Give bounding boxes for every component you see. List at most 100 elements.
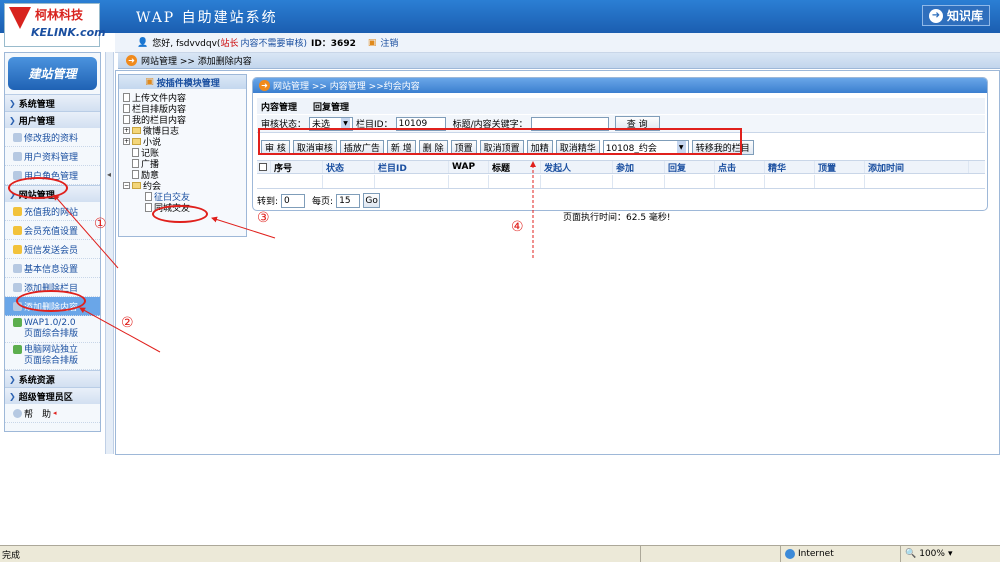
folder-icon — [132, 127, 141, 134]
folder-open-icon — [132, 182, 141, 189]
zoom-control[interactable]: 🔍 100% ▾ — [900, 546, 1000, 562]
col-header: 参加 — [613, 161, 665, 174]
section-resources[interactable]: ❯ 系统资源 — [5, 370, 100, 387]
section-system[interactable]: ❯ 系统管理 — [5, 94, 100, 111]
wap-line1: WAP1.0/2.0 — [24, 318, 76, 328]
star-icon — [13, 244, 22, 254]
audit-note: 内容不需要审核) — [240, 39, 307, 49]
annotation-1: ① — [94, 216, 107, 232]
go-button[interactable]: Go — [363, 193, 381, 208]
sidebar-item-user-data[interactable]: 用户资料管理 — [5, 147, 100, 166]
arrow-left-icon: ◂ — [53, 409, 57, 417]
logout-link[interactable]: 注销 — [380, 36, 398, 49]
logo: 柯林科技 KELINK.com — [4, 3, 106, 47]
sidebar-item-edit-profile[interactable]: 修改我的资料 — [5, 128, 100, 147]
sidebar-item-recharge-site[interactable]: 充值我的网站 — [5, 202, 100, 221]
chevron-down-icon: ❯ — [9, 391, 16, 401]
tree-node-weibo[interactable]: + 微博日志 — [123, 125, 246, 137]
panel-tabs: 内容管理 回复管理 — [257, 98, 985, 114]
sidebar-item-label: 充值我的网站 — [24, 207, 79, 218]
chevron-down-icon: ❯ — [9, 115, 16, 125]
goto-input[interactable]: 0 — [281, 193, 306, 208]
user-id: ID：3692 — [310, 39, 356, 49]
profile-icon — [13, 132, 22, 142]
col-header: 标题 — [489, 161, 541, 174]
goto-value: 0 — [284, 195, 290, 206]
tree-item-my-columns[interactable]: 我的栏目内容 — [123, 114, 246, 126]
pc-line2: 页面综合排版 — [24, 356, 79, 366]
sidebar-item-label: 电脑网站独立 页面综合排版 — [24, 345, 78, 367]
zoom-icon: 🔍 — [905, 549, 917, 559]
security-zone: Internet — [780, 546, 900, 562]
table-header: 序号 状态 栏目ID WAP 标题 发起人 参加 回复 点击 精华 顶置 添加时… — [257, 160, 985, 174]
section-user[interactable]: ❯ 用户管理 — [5, 111, 100, 128]
file-icon — [145, 192, 152, 201]
per-page-input[interactable]: 15 — [336, 193, 361, 208]
tree-node-inspire[interactable]: 励意 — [123, 169, 246, 181]
col-header: 顶置 — [815, 161, 865, 174]
col-header: 序号 — [271, 161, 323, 174]
exec-time: 页面执行时间：62.5 毫秒! — [563, 213, 671, 223]
file-icon — [132, 170, 139, 179]
annotation-oval — [152, 205, 208, 223]
pager: 转到: 0 每页: 15 Go — [257, 193, 381, 208]
globe-icon — [13, 318, 22, 327]
knowledge-base-label: 知识库 — [946, 9, 983, 23]
per-page-value: 15 — [339, 195, 351, 206]
section-super-admin[interactable]: ❯ 超级管理员区 — [5, 387, 100, 404]
expand-icon[interactable]: + — [123, 138, 130, 145]
sidebar-item-help[interactable]: 帮 助 ◂ — [5, 404, 100, 423]
sidebar-item-member-recharge[interactable]: 会员充值设置 — [5, 221, 100, 240]
greeting-text: 您好, fsdvvdqv( — [152, 39, 221, 49]
sidebar-item-label: WAP1.0/2.0 页面综合排版 — [24, 318, 78, 340]
arrow-right-icon: ➜ — [928, 8, 943, 23]
sidebar-item-label: 基本信息设置 — [24, 264, 79, 275]
col-header: 点击 — [715, 161, 765, 174]
section-super-label: 超级管理员区 — [18, 392, 73, 403]
sidebar-item-basic-info[interactable]: 基本信息设置 — [5, 259, 100, 278]
expand-icon[interactable]: + — [123, 127, 130, 134]
file-icon — [123, 115, 130, 124]
user-bar: 👤 您好, fsdvvdqv(站长 内容不需要审核) ID：3692 ▣ 注销 — [115, 33, 1000, 53]
go-label: Go — [365, 195, 378, 206]
sidebar-item-label: 用户资料管理 — [24, 152, 79, 163]
sidebar-item-pc-layout[interactable]: 电脑网站独立 页面综合排版 — [5, 343, 100, 370]
file-icon — [132, 159, 139, 168]
panel-header: ➜ 网站管理 >> 内容管理 >>约会内容 — [253, 78, 987, 93]
globe-icon — [13, 345, 22, 354]
sidebar: 建站管理 ❯ 系统管理 ❯ 用户管理 修改我的资料 用户资料管理 用户角色管理 ❯ 网… — [4, 52, 101, 432]
section-resources-label: 系统资源 — [18, 375, 55, 386]
logo-text-en: KELINK.com — [31, 26, 106, 39]
chevron-down-icon: ❯ — [9, 374, 16, 384]
knowledge-base-button[interactable]: ➜ 知识库 — [921, 5, 990, 26]
users-icon — [13, 151, 22, 161]
zoom-level: 100% — [919, 549, 945, 559]
file-icon — [123, 104, 130, 113]
annotation-3: ③ — [257, 210, 270, 226]
top-banner: 柯林科技 KELINK.com WAP 自助建站系统 ➜ 知识库 — [0, 0, 1000, 47]
browser-status-bar: 完成 Internet 🔍 100% ▾ — [0, 545, 1000, 562]
select-all-checkbox[interactable] — [257, 161, 271, 173]
col-header: 精华 — [765, 161, 815, 174]
folder-icon — [132, 138, 141, 145]
table-row — [257, 175, 985, 189]
sidebar-item-sms-members[interactable]: 短信发送会员 — [5, 240, 100, 259]
breadcrumb-text: 网站管理 >> 添加删除内容 — [141, 57, 252, 67]
help-icon — [13, 408, 22, 418]
tab-content-management[interactable]: 内容管理 — [261, 100, 297, 113]
wap-line2: 页面综合排版 — [24, 329, 79, 339]
chevron-down-icon: ❯ — [9, 98, 16, 108]
annotation-4: ④ — [511, 219, 524, 235]
tab-reply-management[interactable]: 回复管理 — [313, 100, 349, 113]
star-icon — [13, 225, 22, 235]
annotation-oval — [8, 177, 68, 199]
file-icon — [145, 203, 152, 212]
collapse-arrow-icon: ◂ — [107, 170, 112, 179]
logout-icon: ▣ — [367, 37, 377, 48]
sidebar-item-label: 会员充值设置 — [24, 226, 79, 237]
logo-mark-icon — [9, 7, 31, 29]
checkbox-icon — [259, 163, 267, 171]
sidebar-item-wap-layout[interactable]: WAP1.0/2.0 页面综合排版 — [5, 316, 100, 343]
collapse-icon[interactable]: − — [123, 182, 130, 189]
sidebar-splitter[interactable]: ◂ — [105, 52, 114, 454]
